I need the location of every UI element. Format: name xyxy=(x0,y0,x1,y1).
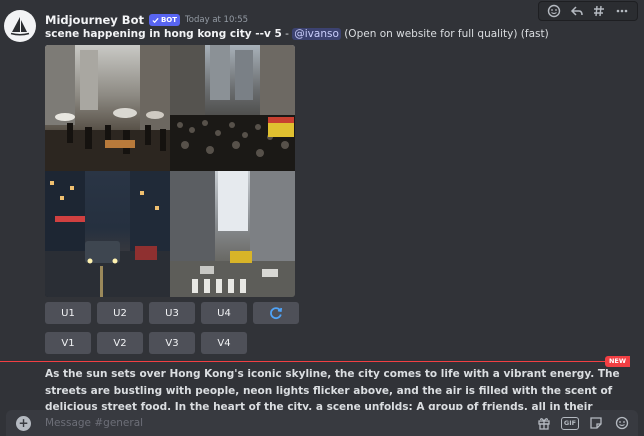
sailboat-icon xyxy=(10,17,30,36)
u2-button[interactable]: U2 xyxy=(97,302,143,324)
v4-button[interactable]: V4 xyxy=(201,332,247,354)
gif-label: GIF xyxy=(560,416,580,430)
message-input[interactable] xyxy=(43,416,487,430)
v1-button[interactable]: V1 xyxy=(45,332,91,354)
image-street-market[interactable] xyxy=(45,45,170,171)
u4-button[interactable]: U4 xyxy=(201,302,247,324)
gift-icon[interactable] xyxy=(536,415,552,431)
composer-icons: GIF xyxy=(536,415,630,431)
refresh-icon xyxy=(270,307,283,319)
image-crowded-street[interactable] xyxy=(170,45,295,171)
u1-button[interactable]: U1 xyxy=(45,302,91,324)
reply-icon[interactable] xyxy=(568,2,586,20)
emoji-icon[interactable] xyxy=(614,415,630,431)
reroll-button[interactable] xyxy=(253,302,299,324)
v3-button[interactable]: V3 xyxy=(149,332,195,354)
prompt-suffix: (Open on website for full quality) (fast… xyxy=(340,28,549,40)
image-night-traffic[interactable] xyxy=(45,171,170,297)
attach-plus-icon[interactable]: + xyxy=(16,415,31,431)
timestamp: Today at 10:55 xyxy=(185,15,249,25)
message-toolbar xyxy=(538,1,638,21)
prompt-text: scene happening in hong kong city --v 5 xyxy=(45,28,282,40)
gif-icon[interactable]: GIF xyxy=(560,415,580,431)
sticker-icon[interactable] xyxy=(588,415,604,431)
username[interactable]: Midjourney Bot xyxy=(45,13,144,27)
message-header: Midjourney Bot BOT Today at 10:55 xyxy=(45,12,248,28)
prompt-line: scene happening in hong kong city --v 5 … xyxy=(45,28,549,40)
create-thread-icon[interactable] xyxy=(590,2,608,20)
upscale-button-row: U1 U2 U3 U4 xyxy=(45,302,299,324)
user-mention[interactable]: @ivanso xyxy=(292,28,341,40)
checkmark-icon xyxy=(152,17,159,23)
bot-badge-label: BOT xyxy=(160,16,178,24)
v2-button[interactable]: V2 xyxy=(97,332,143,354)
more-options-icon[interactable] xyxy=(613,2,631,20)
new-messages-divider xyxy=(0,361,630,362)
variation-button-row: V1 V2 V3 V4 xyxy=(45,332,247,354)
add-reaction-icon[interactable] xyxy=(545,2,563,20)
bot-badge: BOT xyxy=(148,14,181,26)
u3-button[interactable]: U3 xyxy=(149,302,195,324)
message-composer: + GIF xyxy=(6,410,638,436)
generated-image-grid[interactable] xyxy=(45,45,295,297)
prompt-separator: - xyxy=(281,28,293,40)
bot-avatar[interactable] xyxy=(4,10,36,42)
image-crosswalk[interactable] xyxy=(170,171,295,297)
